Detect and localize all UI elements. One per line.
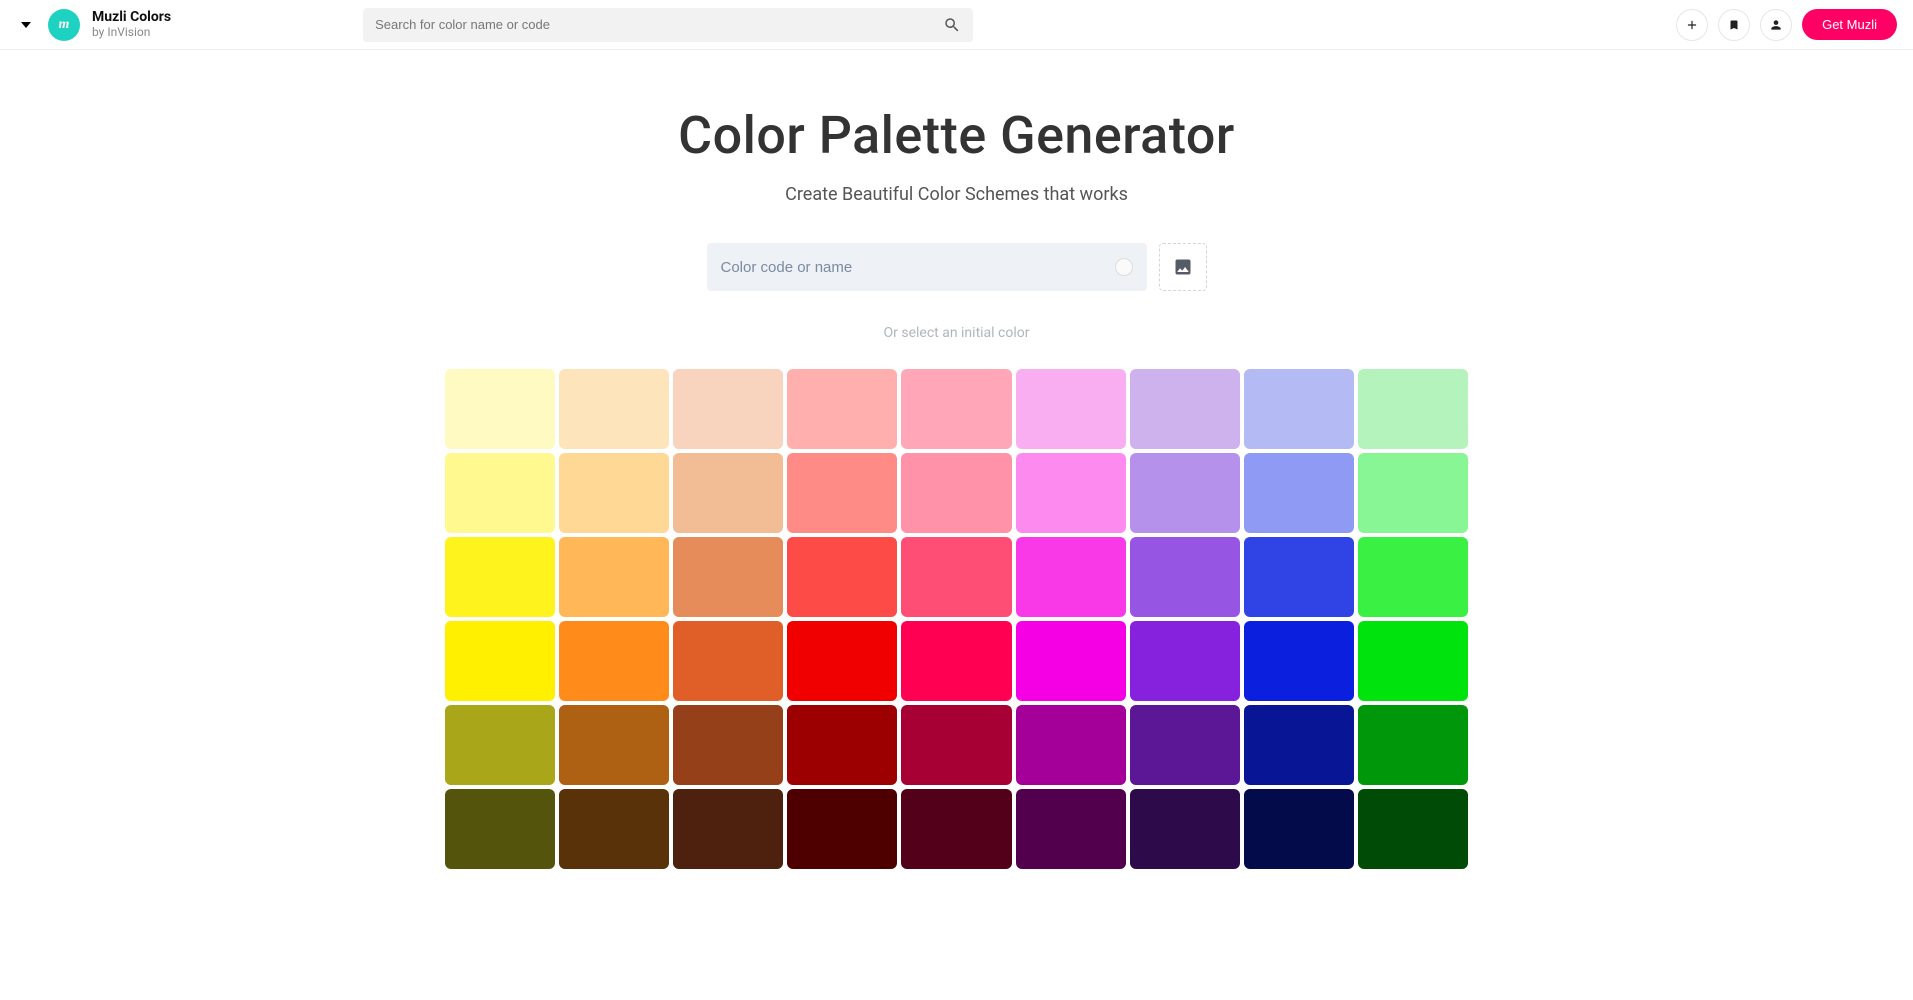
color-swatch[interactable] bbox=[673, 537, 783, 617]
logo-icon: m bbox=[48, 9, 80, 41]
color-swatch[interactable] bbox=[673, 369, 783, 449]
color-swatch[interactable] bbox=[445, 369, 555, 449]
color-swatch[interactable] bbox=[673, 705, 783, 785]
color-swatch[interactable] bbox=[673, 453, 783, 533]
color-swatch[interactable] bbox=[787, 537, 897, 617]
color-swatch[interactable] bbox=[787, 705, 897, 785]
person-icon bbox=[1769, 18, 1783, 32]
color-swatch[interactable] bbox=[1244, 789, 1354, 869]
bookmark-button[interactable] bbox=[1718, 9, 1750, 41]
color-preview-circle[interactable] bbox=[1115, 258, 1133, 276]
search-icon[interactable] bbox=[943, 16, 961, 34]
color-swatch[interactable] bbox=[1016, 621, 1126, 701]
color-swatch[interactable] bbox=[1016, 705, 1126, 785]
color-swatch[interactable] bbox=[1358, 369, 1468, 449]
color-swatch[interactable] bbox=[1130, 537, 1240, 617]
color-swatch[interactable] bbox=[1244, 369, 1354, 449]
color-swatch[interactable] bbox=[1358, 621, 1468, 701]
color-swatch[interactable] bbox=[1358, 789, 1468, 869]
logo-text: Muzli Colors by InVision bbox=[92, 10, 171, 39]
color-swatch[interactable] bbox=[1358, 453, 1468, 533]
header-dropdown-caret[interactable] bbox=[16, 20, 36, 30]
logo-title: Muzli Colors bbox=[92, 10, 171, 25]
bookmark-icon bbox=[1728, 18, 1740, 32]
color-swatch[interactable] bbox=[1130, 705, 1240, 785]
color-swatch[interactable] bbox=[559, 537, 669, 617]
color-swatch[interactable] bbox=[445, 705, 555, 785]
color-swatch[interactable] bbox=[559, 621, 669, 701]
swatch-grid bbox=[445, 369, 1469, 869]
color-input-wrap[interactable] bbox=[707, 243, 1147, 291]
color-swatch[interactable] bbox=[1244, 453, 1354, 533]
plus-icon bbox=[1685, 18, 1699, 32]
color-swatch[interactable] bbox=[1016, 369, 1126, 449]
caret-down-icon bbox=[21, 20, 31, 30]
color-swatch[interactable] bbox=[1244, 705, 1354, 785]
logo-subtitle: by InVision bbox=[92, 26, 171, 39]
color-swatch[interactable] bbox=[559, 789, 669, 869]
page-title: Color Palette Generator bbox=[0, 105, 1913, 166]
color-swatch[interactable] bbox=[445, 621, 555, 701]
logo-area[interactable]: m Muzli Colors by InVision bbox=[48, 9, 171, 41]
color-swatch[interactable] bbox=[1016, 537, 1126, 617]
color-swatch[interactable] bbox=[1130, 453, 1240, 533]
header-right: Get Muzli bbox=[1676, 9, 1897, 41]
color-swatch[interactable] bbox=[445, 789, 555, 869]
color-swatch[interactable] bbox=[445, 537, 555, 617]
color-swatch[interactable] bbox=[901, 453, 1011, 533]
image-icon bbox=[1173, 257, 1193, 277]
profile-button[interactable] bbox=[1760, 9, 1792, 41]
swatch-grid-wrap bbox=[445, 369, 1469, 869]
color-swatch[interactable] bbox=[1244, 537, 1354, 617]
color-input-row bbox=[0, 243, 1913, 291]
color-swatch[interactable] bbox=[901, 621, 1011, 701]
color-swatch[interactable] bbox=[1358, 705, 1468, 785]
search-input[interactable] bbox=[375, 17, 935, 32]
color-input[interactable] bbox=[721, 259, 1115, 276]
color-swatch[interactable] bbox=[787, 369, 897, 449]
color-swatch[interactable] bbox=[1016, 789, 1126, 869]
color-swatch[interactable] bbox=[559, 705, 669, 785]
hint-text: Or select an initial color bbox=[0, 325, 1913, 341]
color-swatch[interactable] bbox=[559, 369, 669, 449]
get-muzli-button[interactable]: Get Muzli bbox=[1802, 9, 1897, 40]
image-upload-button[interactable] bbox=[1159, 243, 1207, 291]
color-swatch[interactable] bbox=[901, 789, 1011, 869]
color-swatch[interactable] bbox=[445, 453, 555, 533]
color-swatch[interactable] bbox=[1130, 789, 1240, 869]
color-swatch[interactable] bbox=[1016, 453, 1126, 533]
add-button[interactable] bbox=[1676, 9, 1708, 41]
header-search[interactable] bbox=[363, 8, 973, 42]
color-swatch[interactable] bbox=[787, 621, 897, 701]
color-swatch[interactable] bbox=[1244, 621, 1354, 701]
color-swatch[interactable] bbox=[673, 621, 783, 701]
color-swatch[interactable] bbox=[673, 789, 783, 869]
color-swatch[interactable] bbox=[901, 369, 1011, 449]
main-content: Color Palette Generator Create Beautiful… bbox=[0, 50, 1913, 869]
page-subtitle: Create Beautiful Color Schemes that work… bbox=[0, 184, 1913, 205]
color-swatch[interactable] bbox=[787, 789, 897, 869]
color-swatch[interactable] bbox=[787, 453, 897, 533]
color-swatch[interactable] bbox=[559, 453, 669, 533]
color-swatch[interactable] bbox=[901, 705, 1011, 785]
color-swatch[interactable] bbox=[1358, 537, 1468, 617]
color-swatch[interactable] bbox=[1130, 369, 1240, 449]
color-swatch[interactable] bbox=[901, 537, 1011, 617]
header-bar: m Muzli Colors by InVision Get Muzli bbox=[0, 0, 1913, 50]
color-swatch[interactable] bbox=[1130, 621, 1240, 701]
